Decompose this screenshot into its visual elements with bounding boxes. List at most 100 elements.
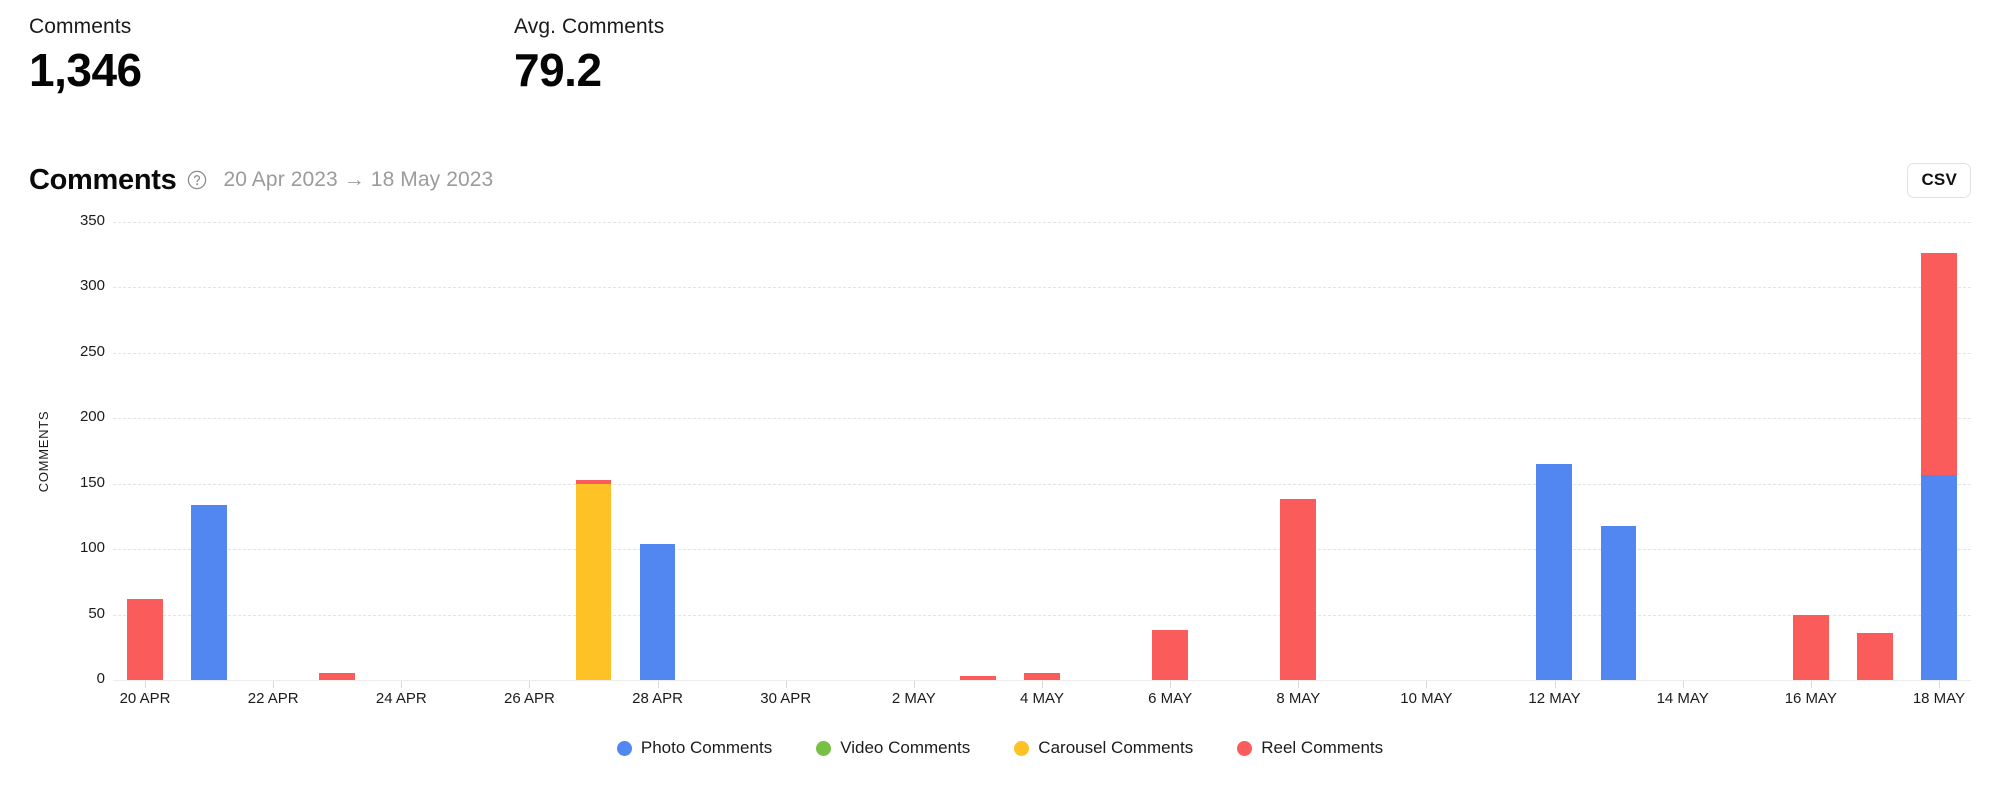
legend-item[interactable]: Carousel Comments	[1014, 738, 1193, 758]
legend-item[interactable]: Reel Comments	[1237, 738, 1383, 758]
x-axis-tick-label: 6 MAY	[1148, 690, 1193, 707]
y-axis-tick-label: 150	[79, 473, 105, 491]
bar-segment	[1536, 464, 1573, 680]
legend-label: Carousel Comments	[1038, 738, 1194, 757]
bar-stack	[1280, 499, 1317, 680]
bar-stack	[1600, 525, 1637, 680]
csv-export-button[interactable]: CSV	[1907, 162, 1971, 198]
x-axis-tick-label: 30 APR	[760, 690, 812, 707]
bar-slot[interactable]	[241, 222, 305, 680]
y-axis-tick-label: 250	[79, 342, 105, 360]
bar-slot[interactable]	[1266, 222, 1330, 680]
bar-stack	[319, 673, 356, 680]
x-axis-ticks	[113, 681, 1971, 689]
bar-segment	[1792, 614, 1829, 680]
bar-slot[interactable]	[1458, 222, 1522, 680]
bar-segment	[1280, 499, 1317, 680]
bar-slot[interactable]	[305, 222, 369, 680]
x-axis-tick-label: 12 MAY	[1528, 690, 1581, 707]
bar-stack	[1920, 253, 1957, 680]
bar-slot[interactable]	[433, 222, 497, 680]
bar-stack	[1536, 464, 1573, 680]
bar-series-container	[113, 222, 1971, 680]
bar-slot[interactable]	[690, 222, 754, 680]
bar-segment	[1920, 474, 1957, 680]
bar-stack	[1856, 632, 1893, 680]
bar-slot[interactable]	[1586, 222, 1650, 680]
bar-stack	[639, 543, 676, 680]
y-axis-tick-label: 200	[79, 408, 105, 426]
bar-slot[interactable]	[1843, 222, 1907, 680]
kpi-avg-comments: Avg. Comments 79.2	[514, 14, 664, 98]
legend-color-dot	[816, 740, 832, 756]
page-title: Comments	[29, 163, 177, 196]
x-axis-tick-label: 2 MAY	[891, 690, 936, 707]
legend-item[interactable]: Photo Comments	[616, 738, 773, 758]
bar-slot[interactable]	[1138, 222, 1202, 680]
legend-item[interactable]: Video Comments	[816, 738, 970, 758]
bar-slot[interactable]	[818, 222, 882, 680]
x-axis-tick	[657, 681, 659, 688]
bar-slot[interactable]	[1907, 222, 1971, 680]
bar-slot[interactable]	[497, 222, 561, 680]
legend-label: Photo Comments	[640, 738, 773, 757]
x-axis-tick-label: 4 MAY	[1020, 690, 1064, 707]
y-axis-tick-label: 0	[96, 670, 105, 687]
x-axis-tick	[1042, 681, 1043, 688]
bar-slot[interactable]	[1651, 222, 1715, 680]
bar-stack	[191, 504, 228, 680]
x-axis-tick-label: 28 APR	[632, 690, 684, 707]
bar-stack	[1023, 673, 1060, 680]
x-axis-tick	[1170, 681, 1172, 688]
x-axis-tick	[1298, 681, 1300, 688]
bar-segment	[1023, 673, 1060, 680]
bar-slot[interactable]	[113, 222, 177, 680]
x-axis-tick-label: 26 APR	[504, 690, 555, 707]
legend-label: Video Comments	[840, 738, 971, 757]
bar-stack	[1152, 630, 1188, 680]
x-axis-tick	[913, 681, 915, 688]
bar-slot[interactable]	[626, 222, 690, 680]
bar-stack	[1792, 614, 1829, 680]
kpi-avg-comments-label: Avg. Comments	[514, 15, 665, 38]
x-axis-tick	[401, 681, 403, 688]
legend-color-dot	[1014, 740, 1030, 756]
bar-slot[interactable]	[882, 222, 946, 680]
y-axis-tick-label: 50	[88, 604, 105, 622]
bar-slot[interactable]	[369, 222, 433, 680]
x-axis-tick-label: 18 MAY	[1912, 690, 1966, 707]
legend-color-dot	[616, 740, 632, 756]
kpi-comments: Comments 1,346	[29, 14, 514, 98]
bar-slot[interactable]	[1330, 222, 1394, 680]
y-axis-tick-label: 300	[79, 277, 105, 295]
bar-slot[interactable]	[1394, 222, 1458, 680]
x-axis-tick-label: 10 MAY	[1400, 690, 1453, 707]
bar-slot[interactable]	[946, 222, 1010, 680]
bar-slot[interactable]	[1715, 222, 1779, 680]
chart-legend: Photo Comments Video Comments Carousel Com…	[0, 738, 2000, 758]
bar-segment	[191, 504, 228, 680]
x-axis-tick	[145, 681, 147, 688]
x-axis-tick-label: 14 MAY	[1656, 690, 1709, 707]
y-axis-tick-label: 100	[79, 539, 105, 557]
chart-card-header: Comments 20 Apr 2023 → 18 May 2023 CSV	[29, 160, 1971, 200]
bar-slot[interactable]	[1202, 222, 1266, 680]
comments-bar-chart: COMMENTS 0 50 100 150 200 250 300 350 20 APR 22 …	[29, 212, 1971, 722]
bar-segment	[1856, 632, 1893, 680]
bar-stack	[127, 598, 163, 680]
kpi-summary-row: Comments 1,346 Avg. Comments 79.2	[29, 14, 664, 98]
bar-segment	[319, 673, 356, 680]
x-axis-tick	[529, 681, 531, 688]
bar-slot[interactable]	[561, 222, 625, 680]
bar-segment	[575, 483, 612, 680]
bar-slot[interactable]	[1074, 222, 1138, 680]
bar-slot[interactable]	[754, 222, 818, 680]
bar-slot[interactable]	[1522, 222, 1586, 680]
x-axis-tick	[785, 681, 787, 688]
x-axis-tick-label: 22 APR	[247, 690, 299, 707]
help-circle-icon[interactable]	[187, 170, 207, 190]
bar-slot[interactable]	[1779, 222, 1843, 680]
x-axis-tick	[1554, 681, 1556, 688]
bar-slot[interactable]	[177, 222, 241, 680]
bar-slot[interactable]	[1010, 222, 1074, 680]
